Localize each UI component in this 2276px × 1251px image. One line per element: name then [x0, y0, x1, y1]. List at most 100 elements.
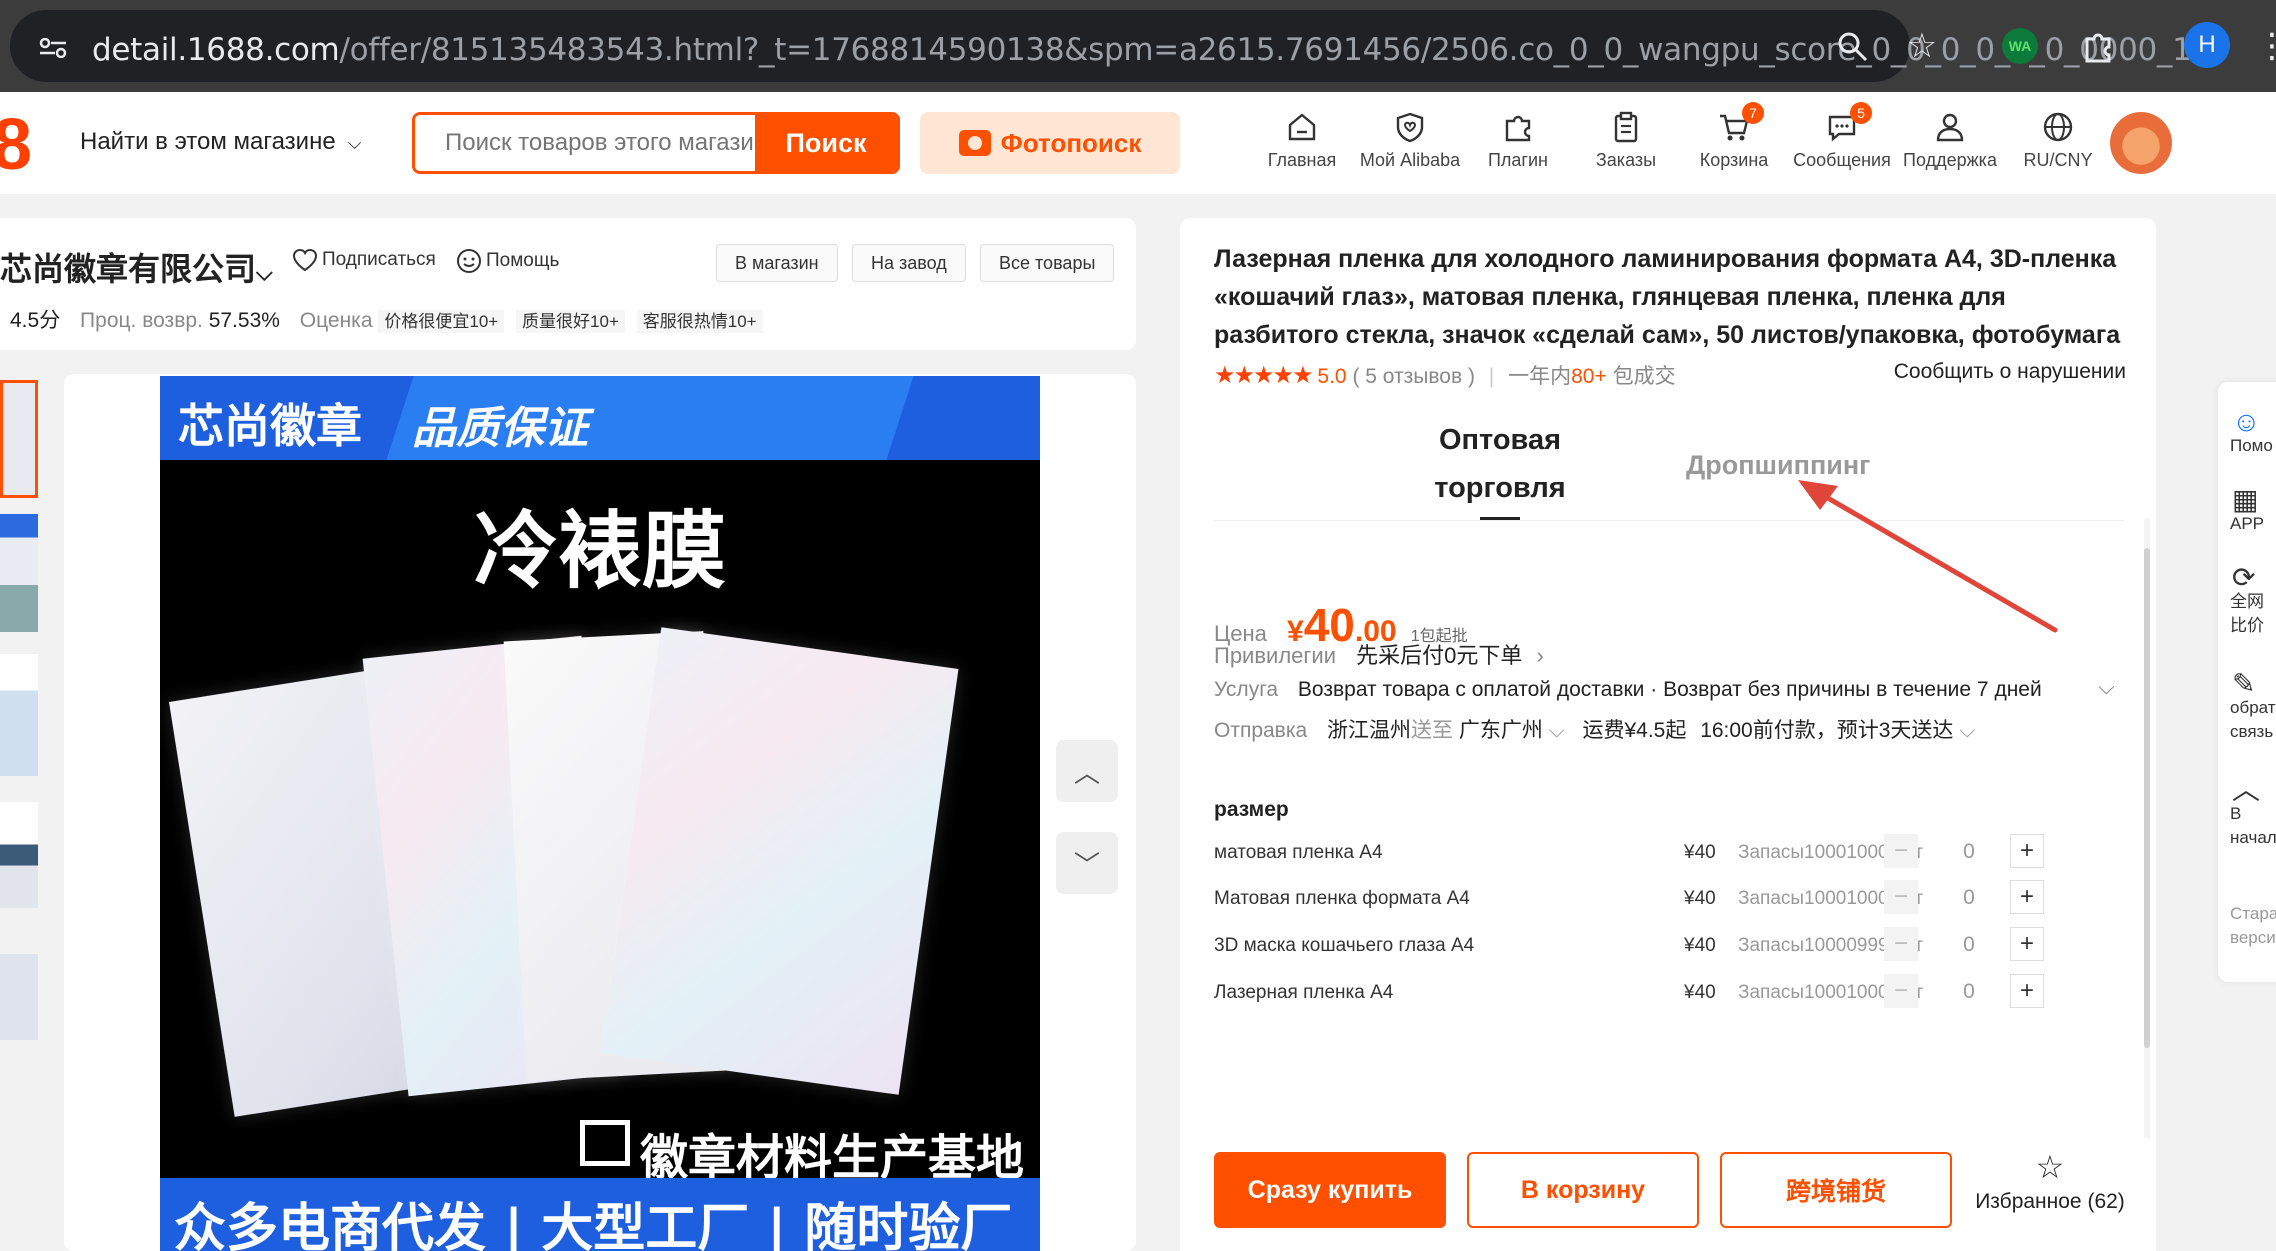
qty-minus-button[interactable]: −	[1884, 880, 1918, 914]
add-to-cart-button[interactable]: В корзину	[1467, 1152, 1699, 1228]
qty-input[interactable]: 0	[1944, 980, 1994, 1004]
qty-plus-button[interactable]: +	[2010, 834, 2044, 868]
photo-search-button[interactable]: Фотопоиск	[920, 112, 1180, 174]
gallery-up-button[interactable]: ︿	[1056, 740, 1118, 802]
header-nav: Главная Мой Alibaba Плагин Заказы 7 Корз…	[1248, 102, 2112, 171]
reviews-link[interactable]: ( 5 отзывов )	[1352, 365, 1474, 388]
thumbnail-2[interactable]	[0, 514, 38, 632]
extension-wa-icon[interactable]: WA	[2002, 28, 2038, 64]
qty-minus-button[interactable]: −	[1884, 834, 1918, 868]
footer2-text: 众多电商代发 | 大型工厂 | 随时验厂	[174, 1199, 1013, 1251]
privilege-row[interactable]: Привилегии 先采后付0元下单 ›	[1214, 638, 1544, 670]
product-main-image[interactable]: 芯尚徽章 品质保证 冷裱膜 徽章材料生产基地 众多电商代发 | 大型工厂 | 随…	[160, 376, 1040, 1251]
store-name[interactable]: 芯尚徽章有限公司⌵	[0, 244, 273, 290]
sidebar-back-to-top[interactable]: ︿ Вначал	[2230, 778, 2276, 850]
thumbnail-3[interactable]	[0, 654, 38, 776]
thumbnail-1[interactable]	[0, 380, 38, 498]
browser-toolbar: detail.1688.com/offer/815135483543.html?…	[0, 0, 2276, 92]
sidebar-compare-label1: 全网	[2230, 592, 2264, 611]
chevron-down-icon: ⌵	[347, 133, 362, 153]
to-factory-button[interactable]: На завод	[852, 244, 966, 282]
user-avatar[interactable]	[2110, 112, 2172, 174]
star-icon: ☆	[2035, 1149, 2065, 1185]
camera-icon	[958, 130, 991, 156]
compare-icon: ⟳	[2232, 566, 2256, 593]
cart-badge: 7	[1742, 102, 1764, 124]
nav-plugin[interactable]: Плагин	[1464, 110, 1572, 171]
site-logo[interactable]: 8	[0, 104, 32, 186]
profile-avatar[interactable]: H	[2184, 22, 2230, 68]
nav-language-currency[interactable]: RU/CNY	[2004, 110, 2112, 171]
nav-my-alibaba[interactable]: Мой Alibaba	[1356, 110, 1464, 171]
shipping-row: Отправка 浙江温州送至 广东广州 ⌵ 运费¥4.5起 16:00前付款，…	[1214, 714, 1975, 744]
search-scope-select[interactable]: Найти в этом магазине ⌵	[80, 128, 361, 156]
qty-plus-button[interactable]: +	[2010, 927, 2044, 961]
to-store-button[interactable]: В магазин	[716, 244, 838, 282]
sidebar-help[interactable]: ☺ Помо	[2230, 410, 2276, 458]
qty-plus-button[interactable]: +	[2010, 880, 2044, 914]
store-badge: 客服很热情10+	[636, 310, 763, 333]
help-link[interactable]: Помощь	[456, 248, 559, 274]
heart-plus-icon	[292, 248, 318, 272]
annotation-arrow-icon	[1798, 480, 2058, 633]
qty-minus-button[interactable]: −	[1884, 927, 1918, 961]
service-expand-chevron-icon[interactable]: ⌵	[2098, 674, 2115, 700]
return-rate: 57.53%	[208, 309, 280, 332]
ship-destination-select[interactable]: 广东广州 ⌵	[1459, 719, 1565, 742]
nav-support[interactable]: Поддержка	[1896, 110, 2004, 171]
banner-quality-text: 品质保证	[412, 403, 588, 454]
sidebar-compare[interactable]: ⟳ 全网比价	[2230, 566, 2276, 638]
subscribe-link[interactable]: Подписаться	[292, 248, 436, 272]
product-panel: Лазерная пленка для холодного ламинирова…	[1180, 218, 2156, 1251]
all-products-button[interactable]: Все товары	[980, 244, 1115, 282]
favorites-button[interactable]: ☆ Избранное (62)	[1970, 1148, 2130, 1214]
chevron-down-icon[interactable]: ⌵	[1959, 719, 1975, 742]
search-box: Поиск	[412, 112, 900, 174]
nav-home[interactable]: Главная	[1248, 110, 1356, 171]
qty-plus-button[interactable]: +	[2010, 974, 2044, 1008]
home-icon	[1288, 113, 1316, 141]
shield-heart-icon	[1396, 112, 1424, 143]
chevron-down-icon: ﹀	[1073, 849, 1100, 880]
rating-row: ★★★★★ 5.0 ( 5 отзывов ) | 一年内80+ 包成交	[1214, 360, 1676, 390]
image-footer-line1: 徽章材料生产基地	[160, 1116, 1040, 1186]
ship-to-word: 送至	[1411, 719, 1454, 742]
sidebar-top-label1: В	[2230, 804, 2242, 823]
qty-input[interactable]: 0	[1944, 933, 1994, 957]
qty-minus-button[interactable]: −	[1884, 974, 1918, 1008]
sku-price: ¥40	[1684, 935, 1716, 956]
browser-menu-icon[interactable]: ⋮	[2250, 24, 2276, 68]
image-banner: 芯尚徽章 品质保证	[160, 376, 1040, 460]
sku-name: Матовая пленка формата A4	[1214, 888, 1470, 909]
site-settings-icon[interactable]	[38, 38, 68, 58]
sidebar-feedback-label2: связь	[2230, 722, 2274, 741]
address-bar[interactable]: detail.1688.com/offer/815135483543.html?…	[10, 10, 2221, 82]
panel-scrollbar-thumb[interactable]	[2144, 548, 2150, 1048]
nav-cart[interactable]: 7 Корзина	[1680, 102, 1788, 171]
tab-wholesale[interactable]: Оптовая торговля	[1430, 416, 1570, 512]
sidebar-feedback[interactable]: ✎ обрат связь	[2230, 672, 2276, 744]
zoom-search-icon[interactable]	[1830, 24, 1874, 68]
thumbnail-5[interactable]	[0, 954, 38, 1040]
sidebar-old-version[interactable]: Стара верси	[2230, 902, 2276, 950]
nav-messages[interactable]: 5 Сообщения	[1788, 102, 1896, 171]
divider: |	[1488, 365, 1495, 388]
image-title-text: 冷裱膜	[473, 502, 726, 600]
report-link[interactable]: Сообщить о нарушении	[1894, 360, 2126, 384]
floating-sidebar: ☺ Помо ▦ APP ⟳ 全网比价 ✎ обрат связь ︿ Вначал Ста…	[2218, 382, 2276, 982]
extensions-puzzle-icon[interactable]	[2076, 24, 2120, 68]
cross-border-button[interactable]: 跨境铺货	[1720, 1152, 1952, 1228]
sidebar-app[interactable]: ▦ APP	[2230, 488, 2276, 536]
store-badge: 价格很便宜10+	[378, 310, 505, 333]
search-button[interactable]: Поиск	[755, 115, 897, 171]
gallery-down-button[interactable]: ﹀	[1056, 832, 1118, 894]
buy-now-button[interactable]: Сразу купить	[1214, 1152, 1446, 1228]
thumbnail-4[interactable]	[0, 802, 38, 908]
qty-input[interactable]: 0	[1944, 886, 1994, 910]
nav-orders[interactable]: Заказы	[1572, 110, 1680, 171]
qty-input[interactable]: 0	[1944, 840, 1994, 864]
sku-name: матовая пленка A4	[1214, 842, 1383, 863]
bookmark-star-icon[interactable]: ☆	[1900, 24, 1944, 68]
search-input[interactable]	[415, 115, 757, 171]
sidebar-compare-label2: 比价	[2230, 616, 2264, 635]
